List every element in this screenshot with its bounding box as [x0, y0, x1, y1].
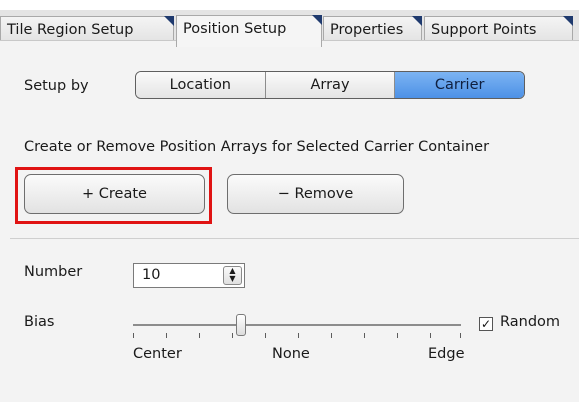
slider-tick [232, 333, 233, 338]
bias-slider-thumb[interactable] [236, 314, 246, 336]
setup-option-location[interactable]: Location [136, 72, 266, 98]
slider-tick [199, 333, 200, 338]
highlight-box [15, 167, 212, 224]
spin-arrows-icon[interactable]: ▲ ▼ [223, 266, 242, 285]
slider-tick [397, 333, 398, 338]
checkmark-icon: ✓ [480, 317, 492, 331]
slider-tick [430, 333, 431, 338]
tab-position-setup[interactable]: Position Setup [176, 15, 322, 47]
number-label: Number [24, 264, 83, 280]
bias-label: Bias [24, 314, 55, 330]
slider-tick [166, 333, 167, 338]
slider-tick [364, 333, 365, 338]
setup-option-carrier[interactable]: Carrier [395, 72, 524, 98]
setup-by-segmented-control: Location Array Carrier [135, 71, 525, 99]
random-checkbox[interactable]: ✓ [479, 317, 493, 331]
bias-edge-label: Edge [428, 346, 465, 362]
setup-by-label: Setup by [24, 78, 89, 94]
bias-slider-track[interactable] [133, 324, 461, 326]
tab-label: Position Setup [183, 21, 287, 37]
tab-corner-marker [312, 15, 322, 25]
slider-tick [133, 333, 134, 338]
tab-corner-marker [164, 16, 174, 26]
tab-label: Support Points [431, 22, 537, 38]
slider-tick [331, 333, 332, 338]
tab-label: Tile Region Setup [7, 22, 134, 38]
bias-center-label: Center [133, 346, 182, 362]
description-text: Create or Remove Position Arrays for Sel… [24, 139, 490, 155]
tab-corner-marker [412, 16, 422, 26]
remove-button[interactable]: − Remove [227, 174, 404, 214]
top-strip [0, 0, 579, 10]
slider-tick [298, 333, 299, 338]
random-label: Random [500, 314, 561, 330]
setup-option-array[interactable]: Array [265, 72, 396, 98]
number-value: 10 [142, 267, 161, 283]
number-spinbox[interactable]: 10 ▲ ▼ [133, 263, 245, 288]
tab-bar: Tile Region Setup Position Setup Propert… [0, 10, 579, 47]
slider-tick [265, 333, 266, 338]
tab-label: Properties [330, 22, 404, 38]
section-divider [10, 238, 579, 239]
bias-none-label: None [272, 346, 310, 362]
slider-tick [460, 333, 461, 338]
tab-corner-marker [563, 16, 573, 26]
